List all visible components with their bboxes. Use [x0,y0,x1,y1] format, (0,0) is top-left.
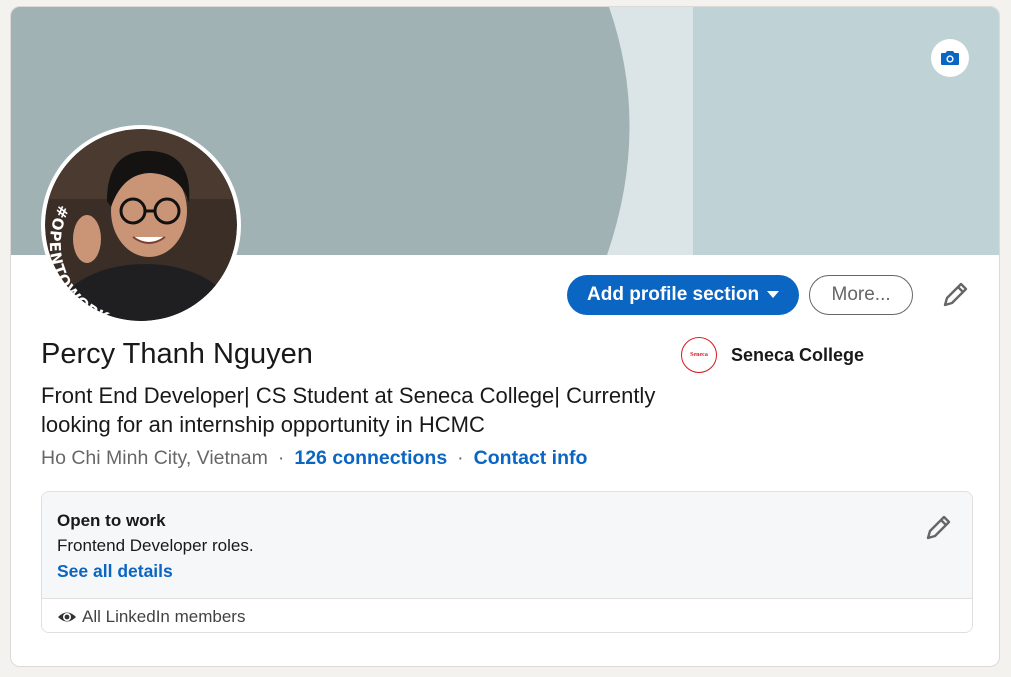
school-name: Seneca College [731,344,865,365]
camera-icon [941,51,959,65]
edit-intro-pencil-icon[interactable] [939,279,971,311]
profile-meta: Ho Chi Minh City, Vietnam · 126 connecti… [41,447,587,470]
see-all-details-link[interactable]: See all details [57,561,173,582]
location: Ho Chi Minh City, Vietnam [41,447,268,469]
open-to-work-visibility: All LinkedIn members [42,598,972,632]
connections-link[interactable]: 126 connections [294,447,447,470]
open-to-work-details: Open to work Frontend Developer roles. S… [42,492,972,598]
profile-name: Percy Thanh Nguyen [41,338,313,370]
avatar: #OPENTOWORK [45,129,237,321]
seneca-logo: Seneca [681,337,717,373]
caret-down-icon [767,291,780,298]
profile-actions: Add profile section More... [567,275,914,315]
eye-icon [58,612,76,621]
edit-background-button[interactable] [931,39,969,77]
seneca-logo-text: Seneca [690,352,708,358]
contact-info-link[interactable]: Contact info [474,447,588,470]
profile-photo[interactable]: #OPENTOWORK [41,125,241,325]
visibility-label: All LinkedIn members [82,606,246,626]
separator-dot: · [457,447,464,469]
profile-card: #OPENTOWORK Add profile section More... … [10,6,1000,667]
open-to-work-card: Open to work Frontend Developer roles. S… [41,491,973,633]
open-to-work-roles: Frontend Developer roles. [57,536,254,555]
more-button[interactable]: More... [809,275,914,315]
separator-dot: · [277,447,285,469]
edit-open-to-work-pencil-icon[interactable] [922,512,954,544]
add-profile-section-label: Add profile section [587,284,760,305]
profile-headline: Front End Developer| CS Student at Senec… [41,383,656,437]
education-entry[interactable]: Seneca Seneca College [681,337,864,373]
open-to-work-title: Open to work [57,511,166,530]
add-profile-section-button[interactable]: Add profile section [567,275,800,315]
